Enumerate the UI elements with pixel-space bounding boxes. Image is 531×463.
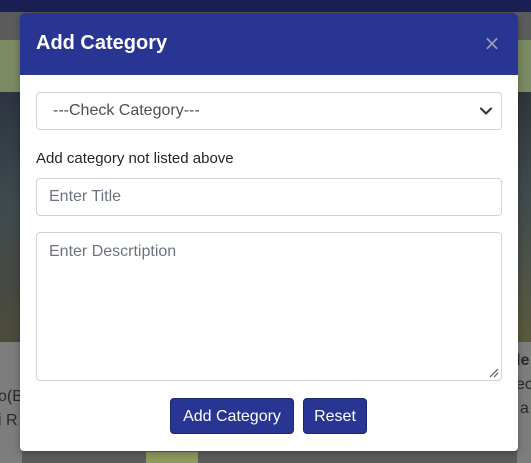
- add-category-modal: Add Category × ---Check Category--- Add …: [20, 13, 518, 451]
- title-input-placeholder: Enter Title: [49, 188, 122, 205]
- page-backdrop: o(B i R le ec a Add Category × ---Check …: [0, 0, 531, 463]
- background-tab: [146, 452, 198, 463]
- modal-header: Add Category ×: [20, 13, 518, 75]
- helper-label: Add category not listed above: [36, 150, 234, 167]
- resize-handle-icon[interactable]: [489, 368, 499, 378]
- description-textarea-placeholder: Enter Descrtiption: [49, 243, 177, 260]
- background-card-text: i R: [0, 412, 18, 429]
- background-card-text: a: [520, 400, 529, 417]
- category-select[interactable]: ---Check Category---: [36, 92, 502, 130]
- background-top-bar: [0, 0, 531, 12]
- background-card-text: le: [516, 352, 530, 369]
- background-photo-left: [0, 92, 22, 342]
- close-icon[interactable]: ×: [480, 31, 504, 55]
- reset-button[interactable]: Reset: [303, 398, 367, 434]
- category-select-value: ---Check Category---: [53, 102, 200, 119]
- description-textarea[interactable]: Enter Descrtiption: [36, 232, 502, 381]
- title-input[interactable]: Enter Title: [36, 178, 502, 216]
- chevron-down-icon: [479, 107, 493, 115]
- add-category-button[interactable]: Add Category: [170, 398, 294, 434]
- modal-title: Add Category: [36, 32, 168, 54]
- background-card-text: ec: [516, 376, 531, 393]
- background-photo-right: [517, 92, 531, 342]
